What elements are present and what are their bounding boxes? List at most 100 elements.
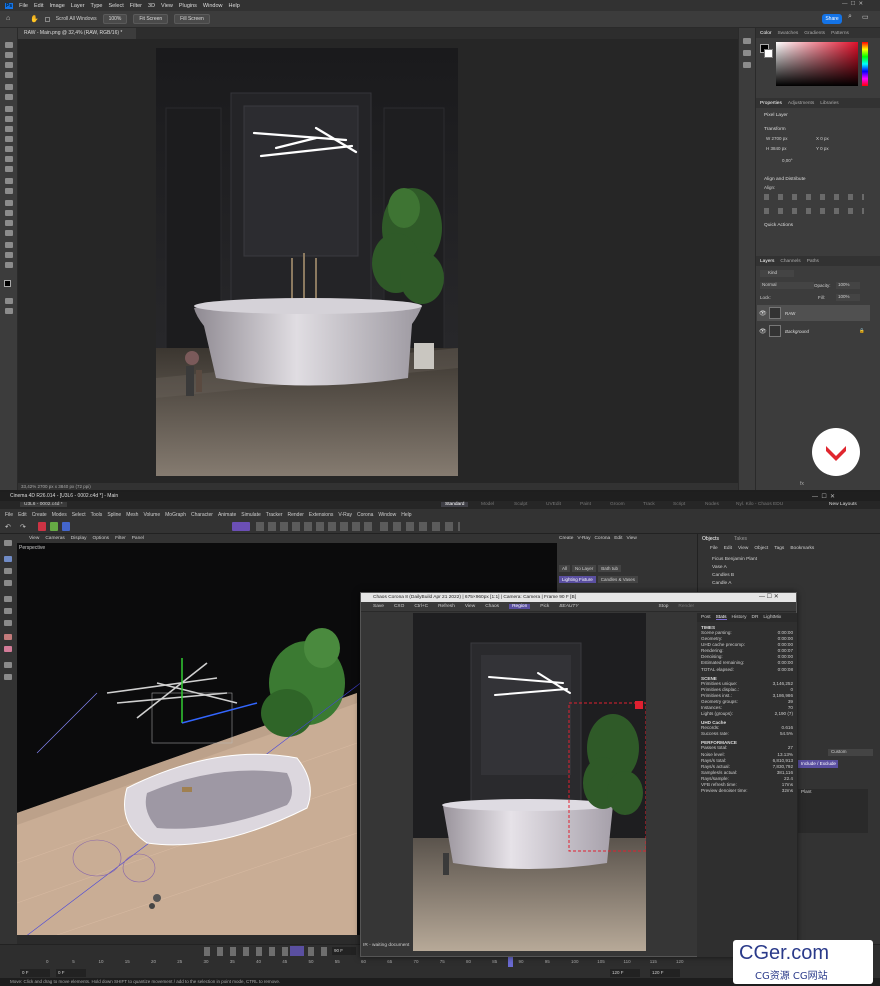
ps-menu-window[interactable]: Window [203,3,223,9]
layout-model[interactable]: Model [481,502,494,507]
ps-menu-3d[interactable]: 3D [148,3,155,9]
live-select-icon[interactable] [4,540,12,546]
corona-render-image[interactable] [413,613,646,951]
marquee-tool-icon[interactable] [5,52,13,58]
vfb-beauty-select[interactable]: BEAUTY [559,604,578,609]
vp-menu-cameras[interactable]: Cameras [45,536,64,541]
playback-controls[interactable] [204,947,334,956]
object-row[interactable]: Candle A [712,581,731,586]
min-frame-field[interactable]: 0 F [56,969,86,977]
points-mode-icon[interactable] [4,596,12,602]
layer-kind-filter[interactable]: Kind [760,270,794,277]
eraser-tool-icon[interactable] [5,156,13,162]
vfb-stop-button[interactable]: Stop [659,604,669,609]
end-frame-field[interactable]: 120 F [650,969,680,977]
distribute-buttons[interactable] [764,208,864,214]
shape-tool-icon[interactable] [5,230,13,236]
vfb-cxo-button[interactable]: CXO [394,604,404,609]
render-icon[interactable] [232,522,250,531]
obj-menu-edit[interactable]: Edit [724,546,732,551]
vfb-refresh-button[interactable]: Refresh [438,604,455,609]
dodge-tool-icon[interactable] [5,188,13,194]
layer-tab-candles[interactable]: Candles & Vases [597,576,638,583]
c4d-menu-modes[interactable]: Modes [52,512,67,518]
layout-uvedit[interactable]: UVEdit [546,502,561,507]
obj-menu-bookmarks[interactable]: Bookmarks [790,546,814,551]
crop-tool-icon[interactable] [5,84,13,90]
c4d-menu-corona[interactable]: Corona [357,512,373,518]
brush-panel-icon[interactable] [743,50,751,56]
magnet-icon[interactable] [4,674,12,680]
polygons-mode-icon[interactable] [4,620,12,626]
color-bg-swatch[interactable] [764,49,773,58]
knife-icon[interactable] [4,662,12,668]
ps-window-controls[interactable]: — ☐ ✕ [842,1,863,7]
blur-tool-icon[interactable] [5,178,13,184]
ps-menu-edit[interactable]: Edit [34,3,43,9]
vfb-chaos-button[interactable]: Chaos [485,604,499,609]
opacity-field[interactable]: 100% [836,282,860,289]
ps-menu-image[interactable]: Image [49,3,64,9]
layer-tab-bathtub[interactable]: Bath tub [598,565,622,572]
include-exclude-button[interactable]: Include / Exclude [798,760,838,768]
zoom-100-button[interactable]: 100% [102,14,128,24]
c4d-menu-tools[interactable]: Tools [91,512,103,518]
screen-mode-icon[interactable] [5,308,13,314]
vp-menu-filter[interactable]: Filter [115,536,126,541]
scroll-all-checkbox[interactable] [44,16,50,22]
c4d-menu-render[interactable]: Render [288,512,304,518]
lasso-tool-icon[interactable] [5,62,13,68]
zoom-tool-icon[interactable] [5,252,13,258]
c4d-window-controls[interactable]: — ☐ ✕ [812,493,835,500]
layer-menu-edit[interactable]: Edit [614,536,622,541]
y-field[interactable]: Y 0 px [816,146,829,151]
height-field[interactable]: H 3840 px [766,146,787,151]
corona-window-controls[interactable]: — ☐ ✕ [759,593,779,600]
current-frame-field[interactable]: 90 F [332,947,356,955]
layer-menu-view[interactable]: View [626,536,636,541]
ps-menu-select[interactable]: Select [108,3,123,9]
ps-menu-file[interactable]: File [19,3,28,9]
ps-logo-icon[interactable]: Ps [5,2,14,9]
takes-tab[interactable]: Takes [734,536,747,542]
include-list-item[interactable]: Plant [798,789,811,794]
hue-slider[interactable] [862,42,868,86]
fill-field[interactable]: 100% [836,294,860,301]
blend-mode-select[interactable]: Normal [760,282,814,289]
layout-standard[interactable]: Standard [441,502,469,507]
layer-menu-vray[interactable]: V-Ray [577,536,590,541]
vfb-tab-history[interactable]: History [732,615,747,620]
axis-x-icon[interactable] [38,522,46,531]
start-frame-field[interactable]: 0 F [20,969,50,977]
x-field[interactable]: X 0 px [816,136,829,141]
ps-canvas-area[interactable] [18,39,738,483]
tab-paths[interactable]: Paths [807,259,819,264]
frame-tool-icon[interactable] [5,94,13,100]
layer-fx-button[interactable]: fx [800,481,804,487]
axis-z-icon[interactable] [62,522,70,531]
home-icon[interactable]: ⌂ [6,15,10,22]
vfb-render-button[interactable]: Render [678,604,694,609]
objects-tab[interactable]: Objects [702,536,719,542]
tab-layers[interactable]: Layers [760,259,774,264]
layout-nodes[interactable]: Nodes [705,502,719,507]
angle-field[interactable]: 0,00° [782,158,793,163]
redo-icon[interactable]: ↷ [20,523,26,531]
align-distribute-label[interactable]: Align and Distribute [756,174,814,185]
object-tools-icons[interactable] [256,522,376,531]
obj-menu-object[interactable]: Object [754,546,768,551]
snap-tools-icons[interactable] [380,522,460,531]
vfb-region-button[interactable]: Region [509,604,531,609]
c4d-menu-animate[interactable]: Animate [218,512,236,518]
c4d-menu-window[interactable]: Window [378,512,396,518]
width-field[interactable]: W 2700 px [766,136,788,141]
layer-name[interactable]: RAW [785,311,795,316]
tab-adjustments[interactable]: Adjustments [788,101,814,106]
transform-section-label[interactable]: Transform [756,124,794,135]
scale-icon[interactable] [4,568,12,574]
timeline-ruler[interactable]: 0 5 10 15 20 25 30 35 40 45 50 55 60 65 70 75 80 85 90 95 10… [46,959,684,967]
obj-menu-view[interactable]: View [738,546,748,551]
c4d-menu-character[interactable]: Character [191,512,213,518]
workspace-icon[interactable]: ▭ [862,13,869,21]
new-layouts-button[interactable]: New Layouts [829,502,857,507]
